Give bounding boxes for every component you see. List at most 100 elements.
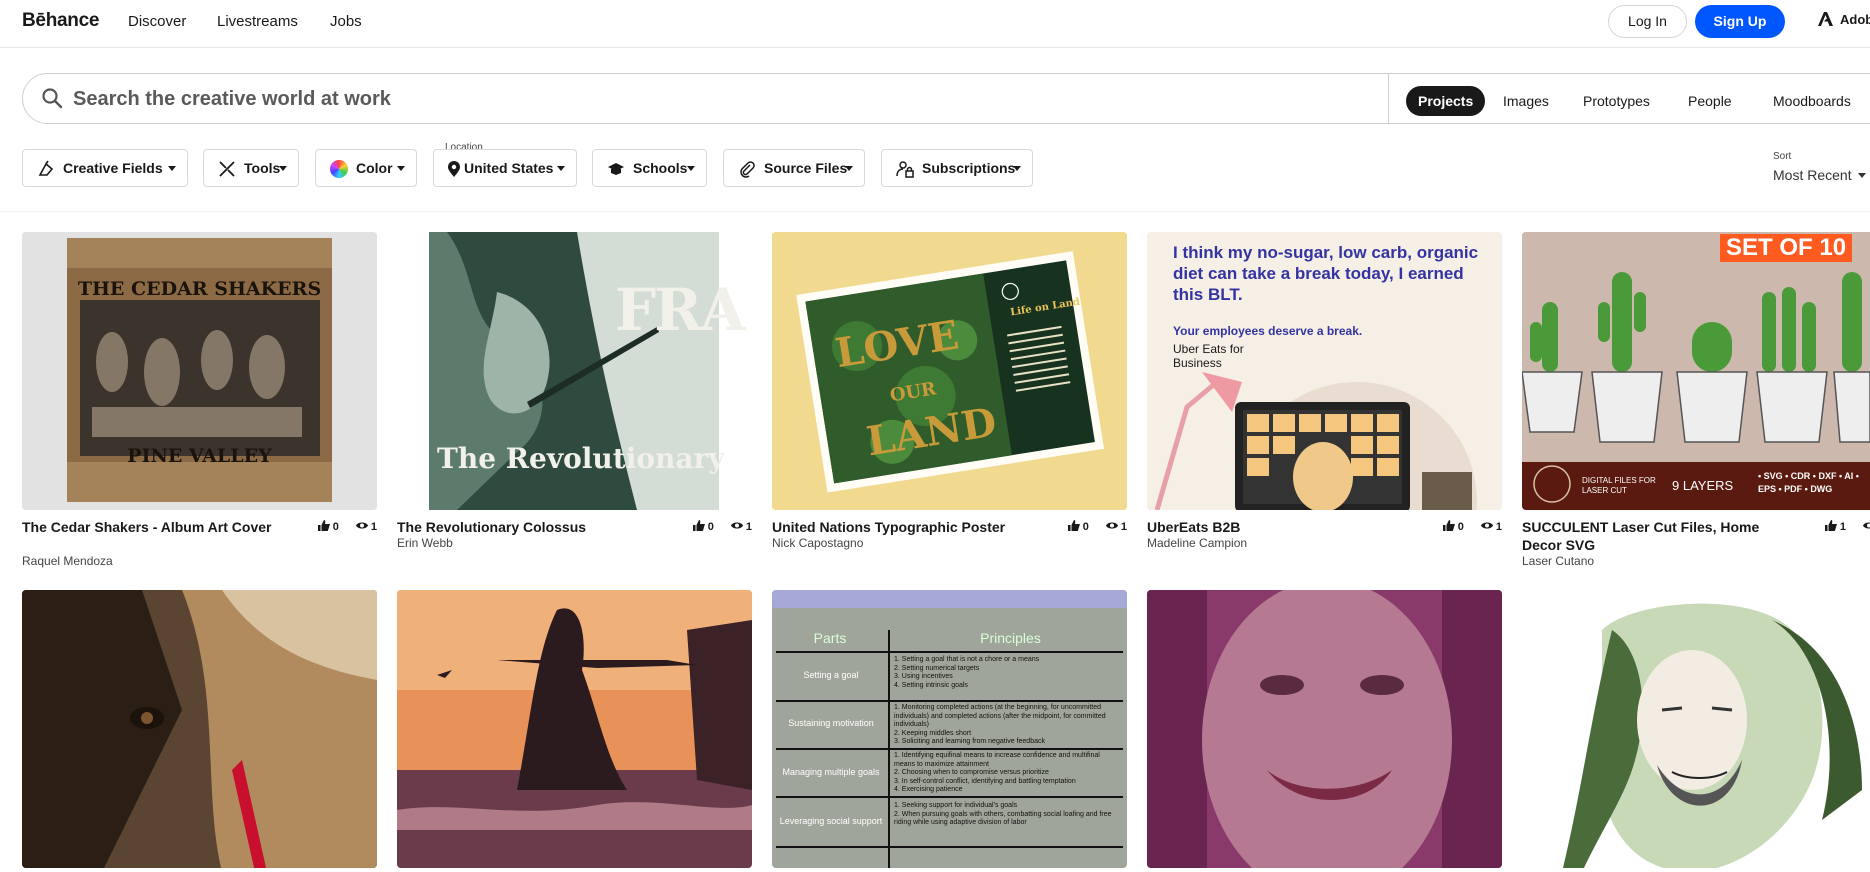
color-filter[interactable]: Color [315, 149, 417, 187]
product-layers: 9 LAYERS [1672, 478, 1734, 493]
like-count: 0 [707, 521, 714, 533]
project-thumbnail[interactable]: THE CEDAR SHAKERS PINE VALLEY [22, 232, 377, 510]
watercolor-portrait-art [1522, 590, 1870, 868]
divider [0, 211, 1870, 212]
thumbs-up-icon [1824, 520, 1837, 531]
project-owner[interactable]: Madeline Campion [1147, 536, 1247, 550]
project-owner[interactable]: Laser Cutano [1522, 554, 1594, 568]
table-principles: 1. Seeking support for individual's goal… [894, 802, 1112, 826]
search-input[interactable] [73, 84, 1373, 114]
table-col-parts: Parts [813, 630, 847, 646]
schools-filter[interactable]: Schools [592, 149, 707, 187]
project-stats: 0 1 [1442, 520, 1502, 533]
view-count: 1 [370, 521, 377, 533]
sort-value: Most Recent [1773, 167, 1852, 183]
product-digital-note: DIGITAL FILES FOR LASER CUT [1582, 476, 1656, 495]
project-owner[interactable]: Raquel Mendoza [22, 554, 113, 568]
subscriptions-filter[interactable]: Subscriptions [881, 149, 1033, 187]
sort-dropdown[interactable]: Most Recent [1773, 167, 1866, 183]
creative-fields-icon [38, 160, 54, 176]
album-cover-art [22, 232, 377, 510]
subscription-lock-icon [896, 161, 914, 178]
project-title[interactable]: SUCCULENT Laser Cut Files, Home Decor SV… [1522, 518, 1782, 554]
project-thumbnail[interactable] [22, 590, 377, 868]
table-col-principles: Principles [980, 630, 1041, 646]
graduation-cap-icon [608, 163, 624, 175]
project-stats: 0 1 [1067, 520, 1127, 533]
like-count: 0 [332, 521, 339, 533]
project-title[interactable]: The Revolutionary Colossus [397, 518, 667, 536]
eye-icon [355, 522, 368, 529]
tab-people[interactable]: People [1688, 86, 1732, 116]
tab-projects[interactable]: Projects [1406, 86, 1486, 116]
ad-tagline: Your employees deserve a break. [1173, 324, 1363, 338]
location-filter[interactable]: United States [433, 149, 577, 187]
typographic-poster-art: LOVE OUR LAND [772, 232, 1127, 510]
table-part: Managing multiple goals [782, 767, 880, 777]
thumbs-up-icon [1442, 520, 1455, 531]
poster-subtitle: The Revolutionary [437, 442, 725, 475]
nav-jobs[interactable]: Jobs [330, 13, 362, 30]
eye-icon [1863, 522, 1870, 529]
project-thumbnail[interactable]: Parts Principles Setting a goal 1. Setti… [772, 590, 1127, 868]
table-rule [776, 846, 1123, 848]
search-icon [42, 88, 63, 109]
sea-stack-photo [397, 590, 752, 868]
thumbs-up-icon [1067, 520, 1080, 531]
nav-discover[interactable]: Discover [128, 13, 186, 30]
tools-label: Tools [244, 160, 281, 176]
project-thumbnail[interactable]: I think my no-sugar, low carb, organic d… [1147, 232, 1502, 510]
search-bar: Projects Images Prototypes People Moodbo… [22, 73, 1870, 124]
project-stats: 1 [1824, 520, 1870, 533]
project-thumbnail[interactable]: FRA The Revolutionary [397, 232, 752, 510]
tab-moodboards[interactable]: Moodboards [1773, 86, 1851, 116]
project-owner[interactable]: Erin Webb [397, 536, 453, 550]
adobe-label: Adob [1840, 12, 1870, 27]
creative-fields-filter[interactable]: Creative Fields [22, 149, 188, 187]
chevron-down-icon [168, 166, 176, 171]
tools-filter[interactable]: Tools [203, 149, 299, 187]
eye-icon [730, 522, 743, 529]
table-principles: 1. Identifying equifinal means to increa… [894, 752, 1100, 793]
source-files-filter[interactable]: Source Files [723, 149, 865, 187]
search-divider [1388, 73, 1389, 124]
album-subtitle-text: PINE VALLEY [127, 445, 272, 467]
product-formats: • SVG • CDR • DXF • AI • EPS • PDF • DWG [1758, 471, 1859, 494]
project-title[interactable]: United Nations Typographic Poster [772, 518, 1042, 536]
project-thumbnail[interactable] [1147, 590, 1502, 868]
behance-logo[interactable]: Bēhance [22, 10, 99, 32]
color-label: Color [356, 160, 393, 176]
adobe-link[interactable]: Adob [1818, 12, 1870, 27]
color-wheel-icon [330, 160, 348, 178]
project-thumbnail[interactable] [1522, 590, 1870, 868]
project-title[interactable]: UberEats B2B [1147, 518, 1417, 536]
view-count: 1 [1120, 521, 1127, 533]
project-thumbnail[interactable] [397, 590, 752, 868]
chevron-down-icon [1857, 173, 1866, 178]
table-principles: 1. Monitoring completed actions (at the … [894, 704, 1106, 745]
view-count: 1 [745, 521, 752, 533]
project-title[interactable]: The Cedar Shakers - Album Art Cover [22, 518, 292, 536]
chevron-down-icon [397, 166, 405, 171]
table-rule [776, 700, 1123, 702]
chevron-down-icon [279, 166, 287, 171]
uber-eats-logo: Uber Eats for Business [1173, 342, 1244, 370]
poster-headline: FRA [615, 276, 745, 344]
paperclip-icon [740, 161, 755, 178]
chevron-down-icon [845, 166, 853, 171]
table-header-band [772, 590, 1127, 608]
signup-button[interactable]: Sign Up [1695, 5, 1785, 38]
project-thumbnail[interactable]: LOVE OUR LAND Life on Land [772, 232, 1127, 510]
top-nav: Bēhance Discover Livestreams Jobs Log In… [0, 0, 1870, 48]
nav-livestreams[interactable]: Livestreams [217, 13, 298, 30]
project-thumbnail[interactable]: SET OF 10 DIGITAL FILES FOR LASER CUT 9 … [1522, 232, 1870, 510]
tab-images[interactable]: Images [1503, 86, 1549, 116]
eye-icon [1105, 522, 1118, 529]
login-button[interactable]: Log In [1608, 5, 1687, 38]
thumbs-up-icon [317, 520, 330, 531]
view-count: 1 [1495, 521, 1502, 533]
chevron-down-icon [687, 166, 695, 171]
tab-prototypes[interactable]: Prototypes [1583, 86, 1650, 116]
table-rule [776, 651, 1123, 653]
project-owner[interactable]: Nick Capostagno [772, 536, 863, 550]
